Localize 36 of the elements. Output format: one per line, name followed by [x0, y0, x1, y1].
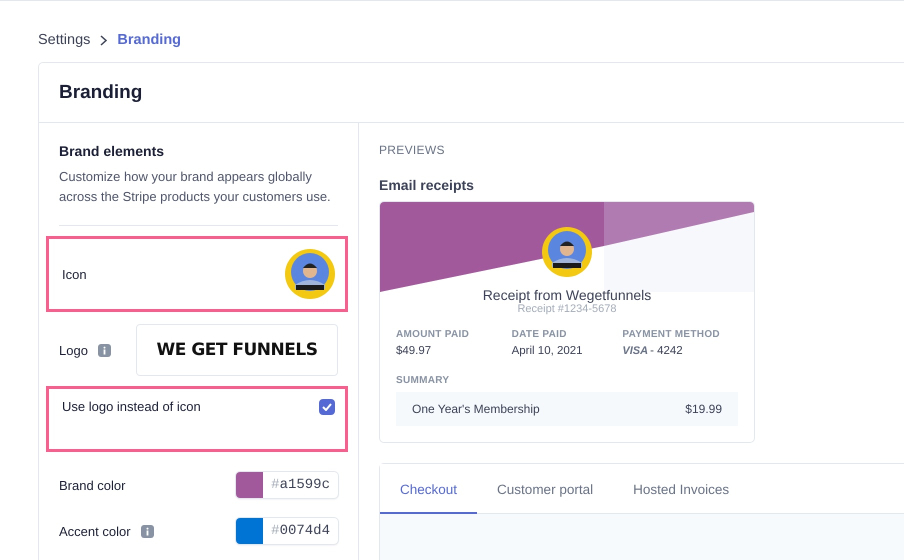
field-label: Logo — [59, 342, 88, 358]
preview-title: Email receipts — [379, 177, 475, 193]
previews-heading: PREVIEWS — [379, 143, 446, 157]
field-caption: AMOUNT PAID — [396, 329, 470, 340]
info-icon[interactable] — [140, 524, 154, 538]
receipt-title: Receipt from Wegetfunnels — [482, 287, 652, 303]
breadcrumb-link[interactable]: Branding — [117, 32, 182, 48]
summary-caption: SUMMARY — [395, 374, 450, 388]
field-value: - 4242 — [650, 345, 683, 357]
color-swatch[interactable] — [236, 472, 264, 498]
checkmark-icon — [322, 403, 332, 411]
section-title: Brand elements — [59, 143, 166, 159]
field-value: April 10, 2021 — [512, 345, 584, 357]
field-label: Accent color — [59, 524, 131, 538]
color-field[interactable]: #a1599c — [236, 472, 338, 498]
field-label: Brand color — [59, 478, 126, 492]
field-label: Icon — [62, 266, 87, 282]
checkbox[interactable] — [319, 399, 335, 415]
card-title: Branding — [59, 82, 142, 104]
field-caption: PAYMENT METHOD — [622, 329, 721, 340]
receipt-number: Receipt #1234-5678 — [516, 303, 618, 315]
field-label: Use logo instead of icon — [62, 399, 201, 414]
card-brand: VISA — [622, 345, 648, 357]
color-swatch[interactable] — [236, 518, 264, 544]
color-field[interactable]: #0074d4 — [236, 518, 338, 544]
preview-tab[interactable]: Checkout — [380, 464, 478, 514]
field-caption: DATE PAID — [512, 329, 568, 340]
info-icon[interactable] — [98, 344, 111, 356]
chevron-icon — [100, 34, 108, 46]
preview-tab[interactable]: Customer portal — [477, 464, 614, 514]
logo-upload[interactable]: WE GET FUNNELS — [136, 324, 338, 376]
section-description: Customize how your brand appears globally across the Stripe products your customers use. — [59, 167, 338, 226]
preview-tab[interactable]: Hosted Invoices — [613, 464, 750, 514]
summary-row: One Year's Membership $19.99 — [396, 392, 738, 426]
breadcrumb-link[interactable]: Settings — [38, 32, 90, 48]
field-value: $49.97 — [396, 345, 432, 357]
